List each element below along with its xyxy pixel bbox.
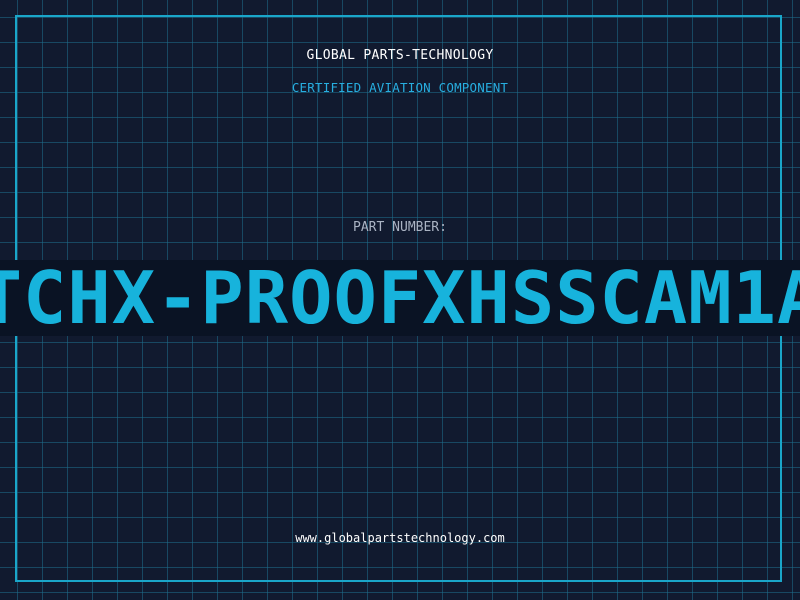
brand-title: GLOBAL PARTS-TECHNOLOGY <box>306 48 494 63</box>
part-card: GLOBAL PARTS-TECHNOLOGY CERTIFIED AVIATI… <box>0 0 800 600</box>
part-number-label: PART NUMBER: <box>353 220 447 235</box>
website-url: www.globalpartstechnology.com <box>295 531 505 545</box>
brand-subtitle: CERTIFIED AVIATION COMPONENT <box>291 80 509 95</box>
part-number-value: TCHX-PROOFXHSSCAM1A <box>0 260 800 336</box>
part-number-band: TCHX-PROOFXHSSCAM1A <box>0 260 800 336</box>
